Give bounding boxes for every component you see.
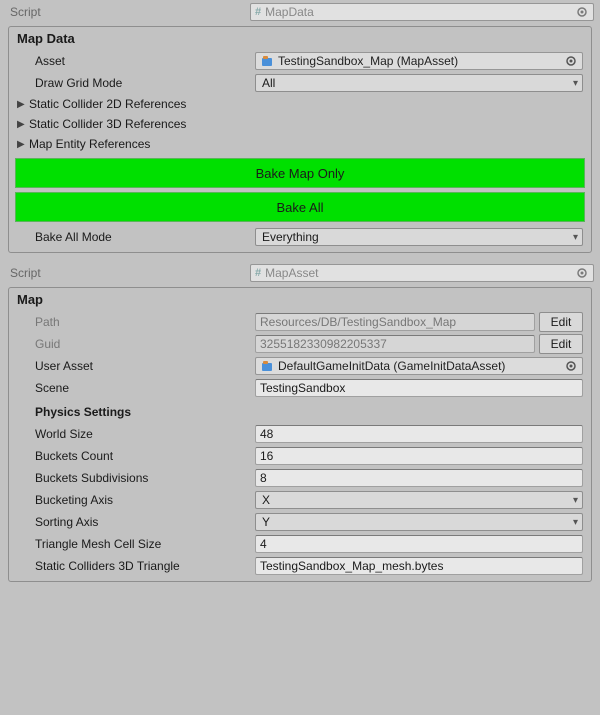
- cellsize-field[interactable]: 4: [255, 535, 583, 553]
- bake-map-button[interactable]: Bake Map Only: [15, 158, 585, 188]
- buckets-row: Buckets Count 16: [9, 445, 591, 467]
- script-field[interactable]: # MapData: [250, 3, 594, 21]
- statc3d-field[interactable]: TestingSandbox_Map_mesh.bytes: [255, 557, 583, 575]
- path-label: Path: [35, 315, 255, 329]
- foldout-label: Static Collider 3D References: [29, 117, 186, 131]
- map-header: Map: [9, 288, 591, 311]
- buckets-field[interactable]: 16: [255, 447, 583, 465]
- foldout-label: Static Collider 2D References: [29, 97, 186, 111]
- guid-label: Guid: [35, 337, 255, 351]
- userasset-label: User Asset: [35, 359, 255, 373]
- script-label: Script: [6, 5, 250, 19]
- asset-value: TestingSandbox_Map (MapAsset): [278, 54, 458, 68]
- path-value: Resources/DB/TestingSandbox_Map: [260, 315, 456, 329]
- userasset-row: User Asset DefaultGameInitData (GameInit…: [9, 355, 591, 377]
- bakeallmode-label: Bake All Mode: [35, 230, 255, 244]
- sortaxis-row: Sorting Axis Y: [9, 511, 591, 533]
- worldsize-value: 48: [260, 427, 273, 441]
- guid-field: 3255182330982205337: [255, 335, 535, 353]
- cellsize-label: Triangle Mesh Cell Size: [35, 537, 255, 551]
- script-hash-icon: #: [255, 267, 261, 279]
- scene-row: Scene TestingSandbox: [9, 377, 591, 399]
- map-group: Map Path Resources/DB/TestingSandbox_Map…: [8, 287, 592, 582]
- foldout-arrow-icon: ▶: [17, 99, 29, 110]
- edit-guid-button[interactable]: Edit: [539, 334, 583, 354]
- sortaxis-dropdown[interactable]: Y: [255, 513, 583, 531]
- object-picker-icon[interactable]: [575, 5, 589, 19]
- bucketaxis-row: Bucketing Axis X: [9, 489, 591, 511]
- cellsize-row: Triangle Mesh Cell Size 4: [9, 533, 591, 555]
- map-data-header: Map Data: [9, 27, 591, 50]
- worldsize-row: World Size 48: [9, 423, 591, 445]
- worldsize-field[interactable]: 48: [255, 425, 583, 443]
- object-picker-icon[interactable]: [564, 359, 578, 373]
- bakeallmode-value: Everything: [262, 230, 319, 244]
- bucketaxis-dropdown[interactable]: X: [255, 491, 583, 509]
- foldout-static-3d[interactable]: ▶ Static Collider 3D References: [9, 114, 591, 134]
- script-field[interactable]: # MapAsset: [250, 264, 594, 282]
- object-picker-icon[interactable]: [564, 54, 578, 68]
- asset-label: Asset: [35, 54, 255, 68]
- userasset-value: DefaultGameInitData (GameInitDataAsset): [278, 359, 505, 373]
- drawgrid-row: Draw Grid Mode All: [9, 72, 591, 94]
- foldout-arrow-icon: ▶: [17, 119, 29, 130]
- statc3d-row: Static Colliders 3D Triangle TestingSand…: [9, 555, 591, 577]
- bucketaxis-value: X: [262, 493, 270, 507]
- cellsize-value: 4: [260, 537, 267, 551]
- guid-value: 3255182330982205337: [260, 337, 387, 351]
- sortaxis-label: Sorting Axis: [35, 515, 255, 529]
- bakeallmode-row: Bake All Mode Everything: [9, 226, 591, 248]
- physics-header: Physics Settings: [9, 399, 591, 423]
- statc3d-label: Static Colliders 3D Triangle: [35, 559, 255, 573]
- scene-value: TestingSandbox: [260, 381, 345, 395]
- statc3d-value: TestingSandbox_Map_mesh.bytes: [260, 559, 443, 573]
- edit-path-button[interactable]: Edit: [539, 312, 583, 332]
- object-picker-icon[interactable]: [575, 266, 589, 280]
- script-row: Script # MapData: [2, 2, 598, 22]
- foldout-static-2d[interactable]: ▶ Static Collider 2D References: [9, 94, 591, 114]
- drawgrid-dropdown[interactable]: All: [255, 74, 583, 92]
- scene-field[interactable]: TestingSandbox: [255, 379, 583, 397]
- script-row: Script # MapAsset: [2, 263, 598, 283]
- foldout-entity-refs[interactable]: ▶ Map Entity References: [9, 134, 591, 154]
- subdiv-field[interactable]: 8: [255, 469, 583, 487]
- map-data-group: Map Data Asset TestingSandbox_Map (MapAs…: [8, 26, 592, 253]
- bakeallmode-dropdown[interactable]: Everything: [255, 228, 583, 246]
- asset-icon: [260, 54, 274, 68]
- path-field: Resources/DB/TestingSandbox_Map: [255, 313, 535, 331]
- foldout-arrow-icon: ▶: [17, 139, 29, 150]
- subdiv-value: 8: [260, 471, 267, 485]
- scene-label: Scene: [35, 381, 255, 395]
- script-value: MapData: [265, 5, 314, 19]
- bucketaxis-label: Bucketing Axis: [35, 493, 255, 507]
- bake-all-button[interactable]: Bake All: [15, 192, 585, 222]
- script-value: MapAsset: [265, 266, 318, 280]
- script-hash-icon: #: [255, 6, 261, 18]
- script-label: Script: [6, 266, 250, 280]
- foldout-label: Map Entity References: [29, 137, 150, 151]
- asset-icon: [260, 359, 274, 373]
- buckets-label: Buckets Count: [35, 449, 255, 463]
- asset-row: Asset TestingSandbox_Map (MapAsset): [9, 50, 591, 72]
- drawgrid-label: Draw Grid Mode: [35, 76, 255, 90]
- sortaxis-value: Y: [262, 515, 270, 529]
- drawgrid-value: All: [262, 76, 275, 90]
- asset-field[interactable]: TestingSandbox_Map (MapAsset): [255, 52, 583, 70]
- path-row: Path Resources/DB/TestingSandbox_Map Edi…: [9, 311, 591, 333]
- userasset-field[interactable]: DefaultGameInitData (GameInitDataAsset): [255, 357, 583, 375]
- guid-row: Guid 3255182330982205337 Edit: [9, 333, 591, 355]
- buckets-value: 16: [260, 449, 273, 463]
- subdiv-row: Buckets Subdivisions 8: [9, 467, 591, 489]
- worldsize-label: World Size: [35, 427, 255, 441]
- subdiv-label: Buckets Subdivisions: [35, 471, 255, 485]
